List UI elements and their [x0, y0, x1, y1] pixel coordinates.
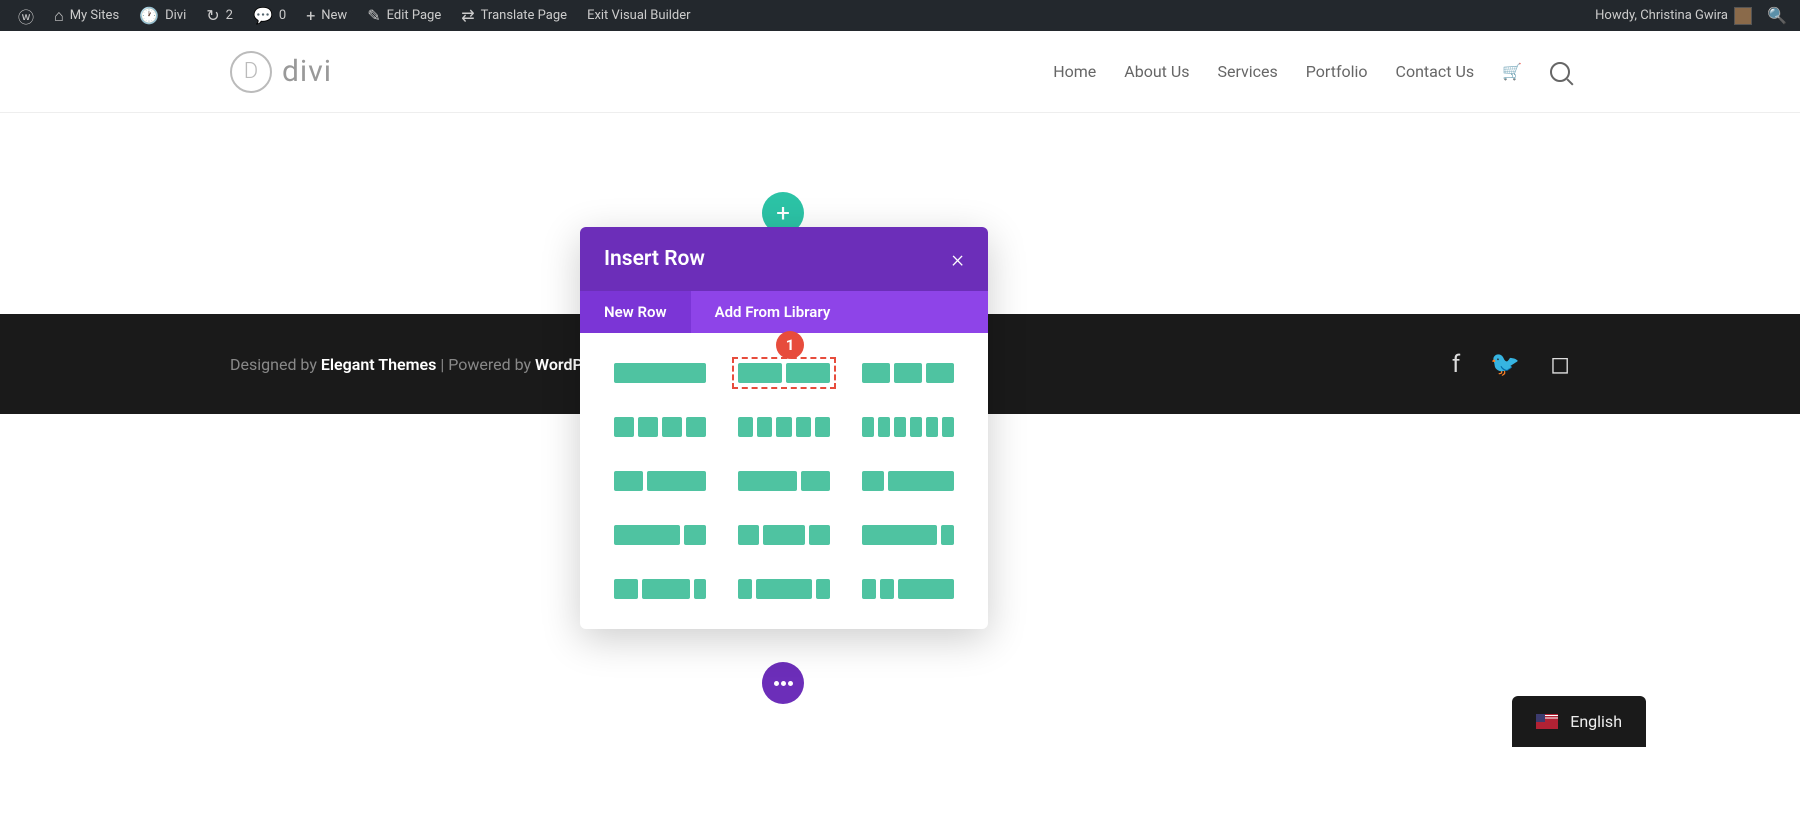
- main-navigation: Home About Us Services Portfolio Contact…: [1053, 62, 1570, 82]
- site-name[interactable]: 🕐 Divi: [129, 0, 196, 31]
- nav-services[interactable]: Services: [1217, 62, 1277, 81]
- comment-icon: 💬: [253, 6, 273, 25]
- logo-text: divi: [282, 54, 332, 89]
- layout-1-1-05[interactable]: [608, 573, 712, 605]
- social-links: f 🐦 ◻: [1452, 350, 1570, 378]
- translate-page-label: Translate Page: [481, 8, 567, 23]
- logo-icon: D: [230, 51, 272, 93]
- exit-builder-label: Exit Visual Builder: [587, 8, 690, 23]
- builder-settings-button[interactable]: [762, 662, 804, 704]
- plus-icon: +: [776, 199, 790, 227]
- pencil-icon: ✎: [367, 6, 380, 25]
- twitter-icon[interactable]: 🐦: [1490, 350, 1520, 378]
- nav-about[interactable]: About Us: [1124, 62, 1189, 81]
- tab-add-from-library[interactable]: Add From Library: [691, 291, 855, 333]
- home-icon: ⌂: [54, 6, 64, 26]
- instagram-icon[interactable]: ◻: [1550, 350, 1570, 378]
- layout-1-2[interactable]: [608, 465, 712, 497]
- row-layouts-grid: [580, 333, 988, 629]
- layout-3-1[interactable]: [608, 519, 712, 551]
- callout-number: 1: [786, 336, 795, 354]
- my-sites-label: My Sites: [70, 8, 119, 23]
- comments[interactable]: 💬0: [243, 0, 296, 31]
- new-content[interactable]: + New: [296, 0, 357, 31]
- modal-title: Insert Row: [604, 247, 705, 271]
- close-icon[interactable]: ×: [951, 245, 964, 273]
- layout-3col[interactable]: [856, 357, 960, 389]
- layout-2-1[interactable]: [732, 465, 836, 497]
- layout-05-1-05[interactable]: [732, 573, 836, 605]
- wp-logo[interactable]: ⓦ: [8, 0, 44, 31]
- updates[interactable]: ↻2: [196, 0, 243, 31]
- footer-credits: Designed by Elegant Themes | Powered by …: [230, 355, 589, 374]
- powered-by-text: | Powered by: [436, 355, 535, 374]
- language-label: English: [1570, 712, 1622, 731]
- translate-icon: ⇄: [461, 6, 474, 25]
- layout-1-3[interactable]: [856, 465, 960, 497]
- howdy-label: Howdy, Christina Gwira: [1595, 8, 1728, 23]
- designed-by-text: Designed by: [230, 355, 321, 374]
- dashboard-icon: 🕐: [139, 6, 159, 25]
- layout-2col[interactable]: [732, 357, 836, 389]
- facebook-icon[interactable]: f: [1452, 350, 1460, 378]
- theme-link[interactable]: Elegant Themes: [321, 355, 437, 374]
- avatar: [1734, 7, 1752, 25]
- edit-page-label: Edit Page: [387, 8, 442, 23]
- admin-search[interactable]: 🔍: [1762, 0, 1792, 31]
- layout-5col[interactable]: [732, 411, 836, 443]
- plus-icon: +: [306, 6, 315, 25]
- wordpress-icon: ⓦ: [18, 4, 34, 28]
- search-icon: 🔍: [1767, 6, 1787, 25]
- refresh-icon: ↻: [206, 6, 219, 25]
- nav-portfolio[interactable]: Portfolio: [1306, 62, 1368, 81]
- modal-header: Insert Row ×: [580, 227, 988, 291]
- us-flag-icon: [1536, 714, 1558, 729]
- new-label: New: [321, 8, 347, 23]
- step-callout: 1: [776, 331, 804, 359]
- comments-count: 0: [279, 8, 286, 23]
- insert-row-modal: Insert Row × New Row Add From Library 1: [580, 227, 988, 629]
- header-search-icon[interactable]: [1550, 62, 1570, 82]
- site-name-label: Divi: [165, 8, 186, 23]
- modal-tabs: New Row Add From Library 1: [580, 291, 988, 333]
- exit-visual-builder[interactable]: Exit Visual Builder: [577, 0, 700, 31]
- user-account[interactable]: Howdy, Christina Gwira: [1585, 0, 1762, 31]
- layout-1-2-1[interactable]: [732, 519, 836, 551]
- updates-count: 2: [226, 8, 233, 23]
- site-header: D divi Home About Us Services Portfolio …: [0, 31, 1800, 113]
- layout-4col[interactable]: [608, 411, 712, 443]
- language-switcher[interactable]: English: [1512, 696, 1646, 747]
- admin-bar: ⓦ ⌂My Sites 🕐Divi ↻2 💬0 +New ✎Edit Page …: [0, 0, 1800, 31]
- dots-icon: [774, 681, 779, 686]
- edit-page[interactable]: ✎ Edit Page: [357, 0, 451, 31]
- site-logo[interactable]: D divi: [230, 51, 332, 93]
- my-sites[interactable]: ⌂ My Sites: [44, 0, 129, 31]
- cart-icon[interactable]: 🛒: [1502, 62, 1522, 81]
- layout-2-1s[interactable]: [856, 519, 960, 551]
- nav-home[interactable]: Home: [1053, 62, 1096, 81]
- layout-05-05-2[interactable]: [856, 573, 960, 605]
- tab-new-row[interactable]: New Row: [580, 291, 691, 333]
- nav-contact[interactable]: Contact Us: [1396, 62, 1475, 81]
- translate-page[interactable]: ⇄ Translate Page: [451, 0, 577, 31]
- layout-6col[interactable]: [856, 411, 960, 443]
- layout-1col[interactable]: [608, 357, 712, 389]
